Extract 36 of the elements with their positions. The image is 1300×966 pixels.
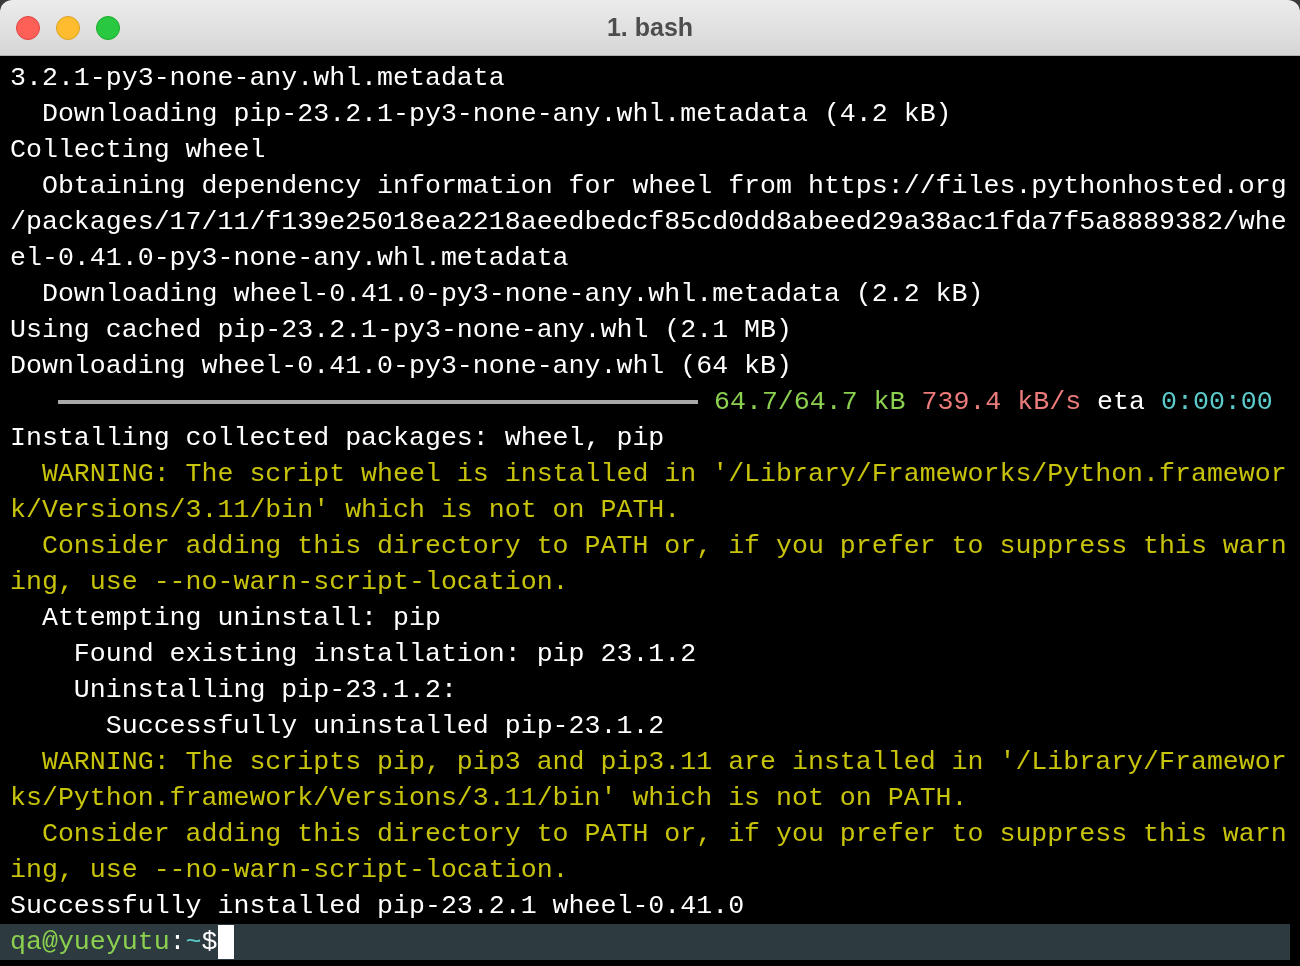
prompt-symbol: $ <box>201 926 218 959</box>
output-line: Using cached pip-23.2.1-py3-none-any.whl (2.1 MB) <box>10 314 792 347</box>
output-line: 3.2.1-py3-none-any.whl.metadata <box>10 62 505 95</box>
output-line: Successfully uninstalled pip-23.1.2 <box>104 710 665 743</box>
output-line: Downloading pip-23.2.1-py3-none-any.whl.metadata (4.2 kB) <box>40 98 952 131</box>
download-size: 64.7/64.7 kB <box>714 386 906 419</box>
warning-line: Consider adding this directory to PATH or, if you prefer to suppress this warn <box>40 530 1287 563</box>
zoom-button[interactable] <box>96 15 120 40</box>
output-line: Obtaining dependency information for wheel from https://files.pythonhosted.org <box>40 170 1287 203</box>
window-title: 1. bash <box>606 11 694 43</box>
output-line: Uninstalling pip-23.1.2: <box>72 674 457 707</box>
warning-line: Consider adding this directory to PATH or, if you prefer to suppress this warn <box>40 818 1287 851</box>
prompt-user-host: qa@yueyutu <box>10 926 170 959</box>
output-line: Installing collected packages: wheel, pip <box>10 422 665 455</box>
output-line: /packages/17/11/f139e25018ea2218aeedbedcf85cd0dd8abeed29a38ac1fda7f5a8889382/whe <box>10 206 1287 239</box>
download-rate: 739.4 kB/s <box>921 386 1082 419</box>
output-line: Collecting wheel <box>10 134 266 167</box>
eta-label: eta <box>1097 386 1145 419</box>
output-line: Successfully installed pip-23.2.1 wheel-0.41.0 <box>10 890 745 923</box>
output-line: Downloading wheel-0.41.0-py3-none-any.whl.metadata (2.2 kB) <box>40 278 984 311</box>
eta-time: 0:00:00 <box>1161 386 1273 419</box>
output-line: Found existing installation: pip 23.1.2 <box>72 638 697 671</box>
prompt-path: ~ <box>185 926 202 959</box>
output-line: el-0.41.0-py3-none-any.whl.metadata <box>10 242 569 275</box>
warning-line: k/Versions/3.11/bin' which is not on PATH. <box>10 494 681 527</box>
warning-line: WARNING: The script wheel is installed in '/Library/Frameworks/Python.framewor <box>40 458 1287 491</box>
warning-line: ks/Python.framework/Versions/3.11/bin' which is not on PATH. <box>10 782 968 815</box>
close-button[interactable] <box>16 15 40 40</box>
output-line: Downloading wheel-0.41.0-py3-none-any.whl (64 kB) <box>10 350 792 383</box>
minimize-button[interactable] <box>56 15 80 40</box>
warning-line: ing, use --no-warn-script-location. <box>10 566 569 599</box>
warning-line: WARNING: The scripts pip, pip3 and pip3.11 are installed in '/Library/Framewor <box>40 746 1287 779</box>
output-line: Attempting uninstall: pip <box>40 602 441 635</box>
prompt-separator: : <box>169 926 186 959</box>
warning-line: ing, use --no-warn-script-location. <box>10 854 569 887</box>
cursor <box>217 925 234 959</box>
